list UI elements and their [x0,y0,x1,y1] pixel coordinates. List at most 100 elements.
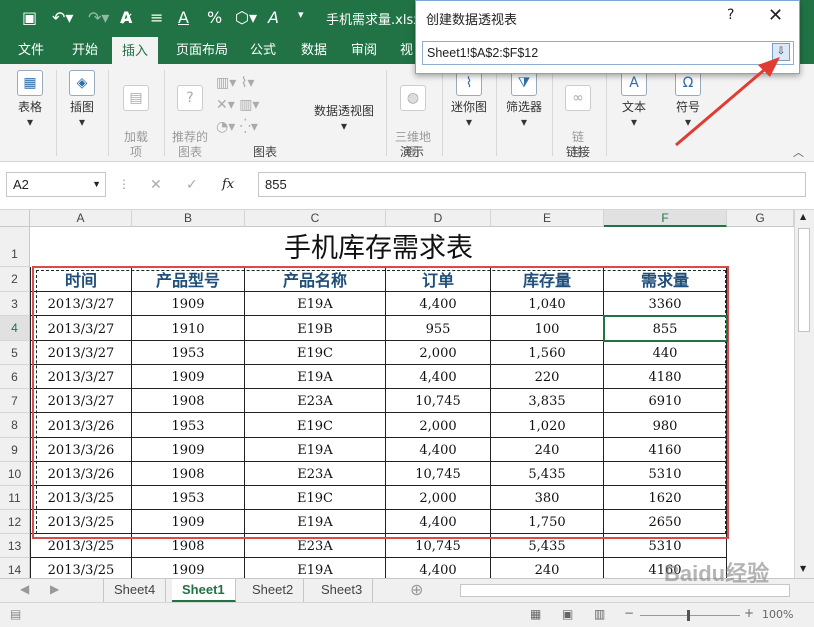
formula-input[interactable]: 855 [258,172,806,197]
addins-button[interactable]: ▤ 加载 项 [118,70,154,160]
tab-file[interactable]: 文件 [8,36,54,64]
close-button[interactable]: ✕ [768,5,783,26]
worksheet-grid[interactable]: ABCDEFG 1 2 3 4 5 6 7 8 9 10 11 12 13 14 时间 产品型号 产品名称 订单… [0,210,794,578]
select-all-corner[interactable] [0,210,30,227]
illustrations-button[interactable]: ◈ 插图 ▾ [64,70,100,130]
save-icon[interactable]: ▣ [22,8,37,27]
row-header-6[interactable]: 6 [0,365,30,389]
sheet-title[interactable]: 手机库存需求表 [30,227,727,267]
links-group-label: 链接 [566,145,591,159]
table-cell[interactable]: 240 [491,558,604,578]
insert-function-icon[interactable]: fx [222,177,234,192]
row-header-10[interactable]: 10 [0,462,30,486]
tab-data[interactable]: 数据 [291,36,337,64]
globe-icon: ◍ [400,85,426,111]
collapse-ribbon-icon[interactable]: ︿ [793,144,804,160]
status-cells-icon: ▤ [10,607,22,621]
table-cell[interactable]: 2013/3/25 [30,558,132,578]
illustrations-label: 插图 [69,100,94,114]
more-commands-icon[interactable]: ▾ [298,8,304,21]
scroll-thumb[interactable] [798,228,810,332]
row-header-7[interactable]: 7 [0,389,30,413]
table-cell[interactable]: E19A [245,558,386,578]
cancel-icon[interactable]: ✕ [150,177,162,193]
sheet-tab-sheet1[interactable]: Sheet1 [172,579,236,602]
annotation-arrow [675,57,780,147]
zoom-in-icon[interactable]: + [744,606,754,620]
tab-page-layout[interactable]: 页面布局 [166,36,238,64]
name-box[interactable]: A2 ▼ [6,172,106,197]
font-color-icon[interactable]: A [178,8,189,27]
chevron-down-icon[interactable]: ▼ [92,173,101,196]
tab-formulas[interactable]: 公式 [240,36,286,64]
table-label: 表格 [17,100,42,114]
table-button[interactable]: ▦ 表格 ▾ [12,70,48,130]
tab-home[interactable]: 开始 [62,36,108,64]
tours-group-label: 演示 [400,145,425,159]
column-header-f[interactable]: F [604,210,727,227]
recommended-charts-button[interactable]: ? 推荐的 图表 [170,70,210,160]
row-header-2[interactable]: 2 [0,267,30,292]
row-header-5[interactable]: 5 [0,341,30,365]
row-header-12[interactable]: 12 [0,510,30,534]
column-header-a[interactable]: A [30,210,132,227]
row-header-1[interactable]: 1 [0,227,30,267]
tab-review[interactable]: 审阅 [341,36,387,64]
active-cell-border [603,315,728,342]
scroll-down-icon[interactable]: ▼ [800,564,806,573]
column-header-d[interactable]: D [386,210,491,227]
align-icon[interactable]: ≡ [150,8,163,27]
pivotchart-button[interactable]: 数据透视图 ▾ [312,104,376,134]
font-style-icon[interactable]: A [268,8,279,27]
row-header-4[interactable]: 4 [0,316,30,341]
enter-icon[interactable]: ✓ [186,177,198,193]
page-break-icon[interactable]: ▥ [594,607,605,621]
zoom-slider[interactable] [640,615,740,616]
row-header-3[interactable]: 3 [0,292,30,316]
chart-type-icons[interactable]: ▥▾ ⌇▾ ✕▾ ▥▾ ◔▾ ⁛▾ [216,72,259,138]
percent-icon[interactable]: % [207,8,222,27]
dialog-title: 创建数据透视表 [426,13,518,28]
help-button[interactable]: ? [727,7,734,23]
column-header-c[interactable]: C [245,210,386,227]
highlight-box [32,266,729,539]
font-icon[interactable]: A̷ [120,8,132,27]
next-sheet-icon[interactable]: ▶ [50,582,59,596]
text-label: 文本 [621,100,646,114]
sheet-tab-sheet2[interactable]: Sheet2 [242,579,305,602]
undo-icon[interactable]: ↶▾ [52,8,73,27]
page-layout-icon[interactable]: ▣ [562,607,573,621]
pivotchart-label: 数据透视图 [313,104,374,118]
zoom-level[interactable]: 100% [762,608,793,621]
filter-button[interactable]: ⧩ 筛选器 ▾ [502,70,546,130]
sparkline-button[interactable]: ⌇ 迷你图 ▾ [448,70,490,130]
scroll-up-icon[interactable]: ▲ [800,212,806,221]
table-cell[interactable]: 4,400 [386,558,491,578]
row-header-9[interactable]: 9 [0,438,30,462]
sheet-tab-sheet4[interactable]: Sheet4 [103,579,167,602]
sheet-tab-sheet3[interactable]: Sheet3 [311,579,374,602]
row-header-11[interactable]: 11 [0,486,30,510]
redo-icon[interactable]: ↷▾ [88,8,109,27]
row-header-8[interactable]: 8 [0,413,30,438]
prev-sheet-icon[interactable]: ◀ [20,582,29,596]
column-header-g[interactable]: G [727,210,794,227]
row-header-14[interactable]: 14 [0,558,30,578]
row-header-13[interactable]: 13 [0,534,30,558]
column-header-e[interactable]: E [491,210,604,227]
text-button[interactable]: A 文本 ▾ [614,70,654,130]
tab-insert[interactable]: 插入 [112,36,159,64]
column-header-b[interactable]: B [132,210,245,227]
table-cell[interactable]: 1909 [132,558,245,578]
normal-view-icon[interactable]: ▦ [530,607,541,621]
add-sheet-icon[interactable]: ⊕ [410,580,423,599]
file-title: 手机需求量.xlsx [326,13,421,28]
watermark: Baidu经验 [664,561,770,586]
zoom-out-icon[interactable]: − [624,606,634,620]
addins-label: 加载 项 [123,130,148,159]
shape-icon[interactable]: ⬡▾ [235,8,257,27]
zoom-handle[interactable] [687,610,690,621]
table-icon: ▦ [17,70,43,96]
addins-icon: ▤ [123,85,149,111]
recommended-charts-label: 推荐的 图表 [171,130,208,159]
